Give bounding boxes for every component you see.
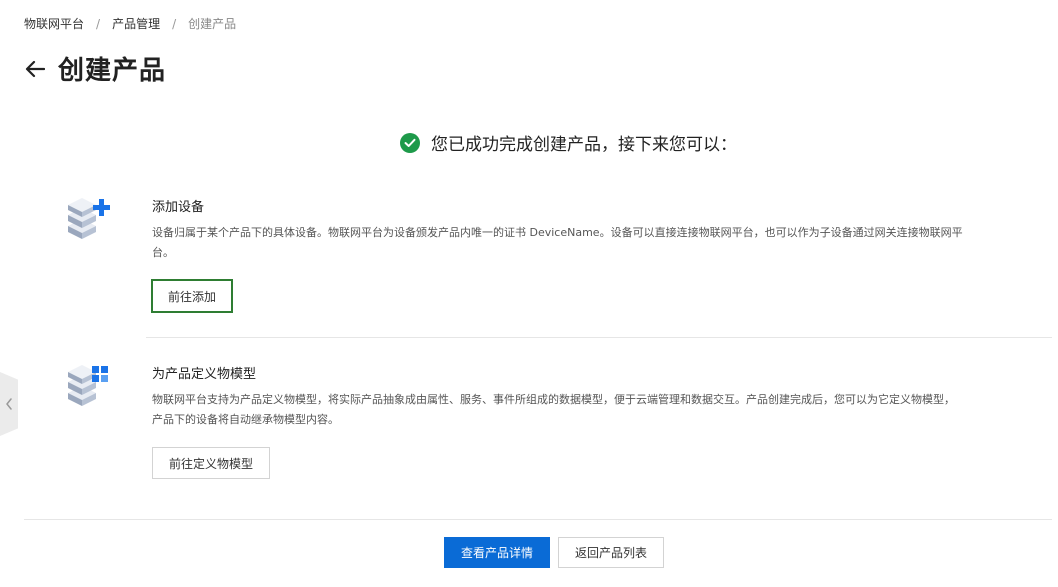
add-device-description: 设备归属于某个产品下的具体设备。物联网平台为设备颁发产品内唯一的证书 Devic… <box>152 223 1036 263</box>
breadcrumb-separator: / <box>172 16 177 31</box>
thing-model-desc-line1: 物联网平台支持为产品定义物模型，将实际产品抽象成由属性、服务、事件所组成的数据模… <box>152 393 955 406</box>
add-device-desc-line2: 台。 <box>152 246 174 259</box>
view-product-details-button[interactable]: 查看产品详情 <box>444 537 550 568</box>
add-device-title: 添加设备 <box>152 200 205 215</box>
section-divider <box>146 337 1052 338</box>
footer-divider <box>24 519 1052 520</box>
breadcrumb-item-product-management[interactable]: 产品管理 <box>112 15 160 32</box>
thing-model-desc-line2: 产品下的设备将自动继承物模型内容。 <box>152 413 339 426</box>
add-device-desc-line1: 设备归属于某个产品下的具体设备。物联网平台为设备颁发产品内唯一的证书 Devic… <box>152 226 963 239</box>
chevron-left-icon <box>6 398 12 410</box>
side-panel-handle[interactable] <box>0 372 18 436</box>
thing-model-description: 物联网平台支持为产品定义物模型，将实际产品抽象成由属性、服务、事件所组成的数据模… <box>152 390 1036 430</box>
go-define-thing-model-button[interactable]: 前往定义物模型 <box>152 447 270 479</box>
success-text: 您已成功完成创建产品，接下来您可以： <box>431 135 737 155</box>
device-stack-plus-icon <box>66 196 112 244</box>
back-to-product-list-button[interactable]: 返回产品列表 <box>558 537 664 568</box>
breadcrumb: 物联网平台 / 产品管理 / 创建产品 <box>24 15 236 32</box>
go-add-device-button[interactable]: 前往添加 <box>151 279 233 313</box>
device-stack-grid-icon <box>66 363 112 411</box>
breadcrumb-item-platform[interactable]: 物联网平台 <box>24 15 84 32</box>
breadcrumb-separator: / <box>96 16 101 31</box>
check-circle-icon <box>400 132 420 153</box>
page-header: 创建产品 <box>24 50 166 87</box>
back-arrow-icon[interactable] <box>24 58 46 80</box>
breadcrumb-item-current: 创建产品 <box>188 17 237 31</box>
page-title: 创建产品 <box>58 56 167 86</box>
success-message: 您已成功完成创建产品，接下来您可以： <box>400 130 737 155</box>
thing-model-title: 为产品定义物模型 <box>152 367 257 382</box>
